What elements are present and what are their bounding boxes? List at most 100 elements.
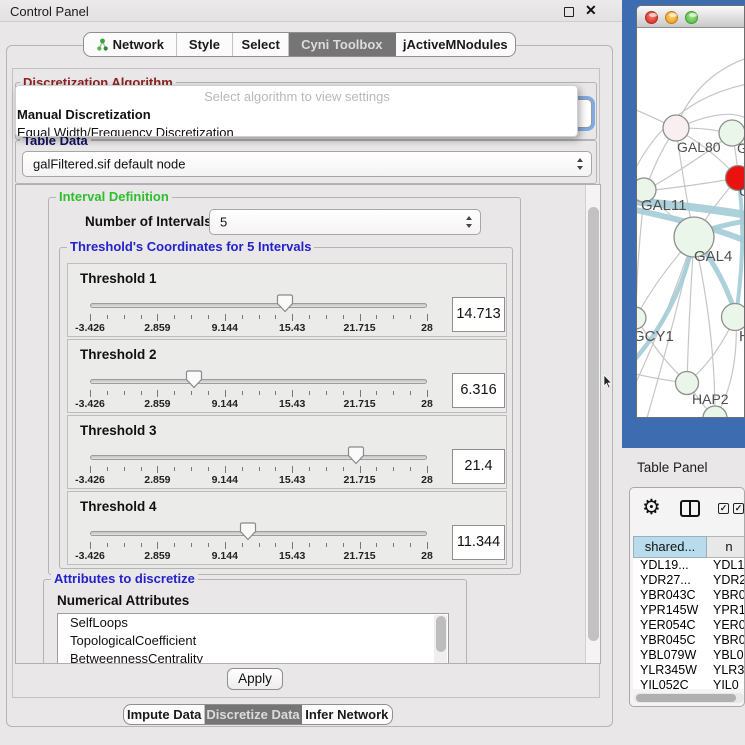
checkbox-icon[interactable]: ✓ [733, 503, 744, 514]
threshold-slider[interactable]: -3.4262.8599.14415.4321.71528 [90, 340, 427, 414]
dropdown-option[interactable]: Equal Width/Frequency Discretization [16, 124, 577, 137]
number-of-intervals-combobox[interactable]: 5 [209, 209, 481, 235]
tab-cyni-toolbox[interactable]: Cyni Toolbox [289, 33, 396, 56]
threshold-value-field[interactable]: 11.344 [452, 525, 505, 560]
thresholds-group-label: Threshold's Coordinates for 5 Intervals [67, 240, 314, 253]
network-node-label: H [739, 328, 745, 345]
table-rows: YDL19...YDL1YDR27...YDR2YBR043CYBR0YPR14… [633, 558, 745, 689]
table-row[interactable]: YBR043CYBR0 [633, 588, 745, 603]
network-icon [96, 38, 109, 52]
number-of-intervals-value: 5 [220, 215, 227, 230]
network-node-label: HAP2 [692, 391, 729, 407]
network-window-titlebar[interactable] [637, 6, 745, 28]
column-header-name[interactable]: n [707, 536, 745, 558]
number-of-intervals-label: Number of Intervals [85, 214, 212, 229]
top-tab-bar: NetworkStyleSelectCyni ToolboxjActiveMNo… [83, 32, 516, 57]
settings-scrollbar[interactable] [585, 185, 601, 664]
tab-select[interactable]: Select [233, 33, 289, 56]
app-window: Control Panel ✕ NetworkStyleSelectCyni T… [0, 0, 745, 745]
list-scrollbar[interactable] [434, 615, 447, 664]
minimize-traffic-light-icon[interactable] [665, 11, 678, 24]
network-node-label: GAL80 [677, 139, 721, 155]
slider-tick-labels: -3.4262.8599.14415.4321.71528 [90, 550, 427, 562]
network-node-label: GAL11 [641, 197, 687, 214]
apply-button[interactable]: Apply [227, 668, 283, 690]
network-node-h[interactable] [722, 304, 745, 331]
table-panel-window: ⚙ ✓ ✓ shared... n YDL19...YDL1YDR27...YD… [629, 487, 745, 707]
table-row[interactable]: YDL19...YDL1 [633, 558, 745, 573]
threshold-slider[interactable]: -3.4262.8599.14415.4321.71528 [90, 492, 427, 566]
slider-track[interactable] [90, 455, 427, 460]
threshold-box: Threshold 1-3.4262.8599.14415.4321.71528… [67, 263, 507, 337]
table-row[interactable]: YPR145WYPR1 [633, 603, 745, 618]
table-data-combobox[interactable]: galFiltered.sif default node [22, 151, 592, 177]
slider-handle-icon[interactable] [348, 446, 365, 465]
table-hscrollbar-thumb[interactable] [636, 694, 736, 702]
threshold-value-field[interactable]: 14.713 [452, 297, 505, 332]
table-panel-title: Table Panel [637, 460, 708, 475]
threshold-slider[interactable]: -3.4262.8599.14415.4321.71528 [90, 416, 427, 490]
table-row[interactable]: YER054CYER0 [633, 618, 745, 633]
table-row[interactable]: YLR345WYLR3 [633, 663, 745, 678]
bottom-tab-bar: Impute DataDiscretize DataInfer Network [123, 704, 393, 725]
network-canvas[interactable]: GAL80 GA C GAL11 GAL4 GCY1 H HAP2 [637, 28, 745, 418]
slider-handle-icon[interactable] [186, 370, 203, 389]
column-header-shared-name[interactable]: shared... [633, 536, 707, 558]
threshold-value-field[interactable]: 6.316 [452, 373, 505, 408]
settings-scrollbar-thumb[interactable] [588, 207, 599, 641]
tab-jactivemnodules[interactable]: jActiveMNodules [396, 33, 515, 56]
table-row[interactable]: YIL052CYIL0 [633, 678, 745, 689]
network-node-gcy1[interactable] [637, 307, 646, 329]
slider-track[interactable] [90, 531, 427, 536]
interval-definition-label: Interval Definition [56, 190, 172, 203]
attribute-list-item[interactable]: BetweennessCentrality [58, 650, 448, 664]
dropdown-placeholder-item[interactable]: Select algorithm to view settings [16, 86, 577, 106]
network-graph[interactable]: GAL80 GA C GAL11 GAL4 GCY1 H HAP2 [637, 28, 745, 418]
slider-tick-labels: -3.4262.8599.14415.4321.71528 [90, 398, 427, 410]
close-icon[interactable]: ✕ [585, 2, 597, 19]
control-panel-title: Control Panel [10, 4, 89, 19]
gear-icon[interactable]: ⚙ [642, 497, 661, 518]
slider-handle-icon[interactable] [276, 294, 293, 313]
list-scrollbar-thumb[interactable] [436, 616, 446, 652]
slider-tick-labels: -3.4262.8599.14415.4321.71528 [90, 474, 427, 486]
table-row[interactable]: YBL079WYBL0 [633, 648, 745, 663]
threshold-box: Threshold 4-3.4262.8599.14415.4321.71528… [67, 491, 507, 565]
attributes-group-label: Attributes to discretize [51, 572, 198, 585]
tab-infer-network[interactable]: Infer Network [302, 705, 392, 724]
network-node-gal80[interactable] [663, 115, 689, 141]
checkbox-icon[interactable]: ✓ [718, 503, 729, 514]
algorithm-dropdown-popup: Select algorithm to view settingsManual … [15, 85, 578, 137]
numerical-attributes-list[interactable]: SelfLoopsTopologicalCoefficientBetweenne… [57, 613, 449, 664]
slider-tick-labels: -3.4262.8599.14415.4321.71528 [90, 322, 427, 334]
network-node-label: C [739, 183, 745, 199]
split-view-icon[interactable] [680, 500, 700, 517]
network-node-label: GCY1 [637, 328, 674, 345]
table-row[interactable]: YDR27...YDR2 [633, 573, 745, 588]
attribute-list-item[interactable]: TopologicalCoefficient [58, 632, 448, 650]
network-node-label: GA [737, 140, 745, 156]
control-panel-titlebar [0, 0, 622, 22]
attribute-list-item[interactable]: SelfLoops [58, 614, 448, 632]
tab-network[interactable]: Network [84, 33, 177, 56]
tab-impute-data[interactable]: Impute Data [124, 705, 205, 724]
mouse-cursor [603, 375, 613, 389]
slider-handle-icon[interactable] [240, 522, 257, 541]
table-horizontal-scrollbar[interactable] [634, 693, 744, 703]
slider-track[interactable] [90, 379, 427, 384]
threshold-stack: Threshold 1-3.4262.8599.14415.4321.71528… [67, 263, 507, 567]
network-view-window: GAL80 GA C GAL11 GAL4 GCY1 H HAP2 [636, 5, 745, 418]
settings-scroll-viewport: Interval Definition Number of Intervals … [15, 184, 601, 664]
zoom-traffic-light-icon[interactable] [685, 11, 698, 24]
threshold-slider[interactable]: -3.4262.8599.14415.4321.71528 [90, 264, 427, 338]
network-node-label: GAL4 [694, 248, 732, 265]
tab-discretize-data[interactable]: Discretize Data [205, 705, 301, 724]
dropdown-option[interactable]: Manual Discretization [16, 106, 577, 124]
slider-track[interactable] [90, 303, 427, 308]
tab-style[interactable]: Style [177, 33, 234, 56]
float-window-icon[interactable] [564, 7, 574, 17]
table-row[interactable]: YBR045CYBR0 [633, 633, 745, 648]
close-traffic-light-icon[interactable] [645, 11, 658, 24]
stepper-icon [466, 216, 473, 228]
threshold-value-field[interactable]: 21.4 [452, 449, 505, 484]
